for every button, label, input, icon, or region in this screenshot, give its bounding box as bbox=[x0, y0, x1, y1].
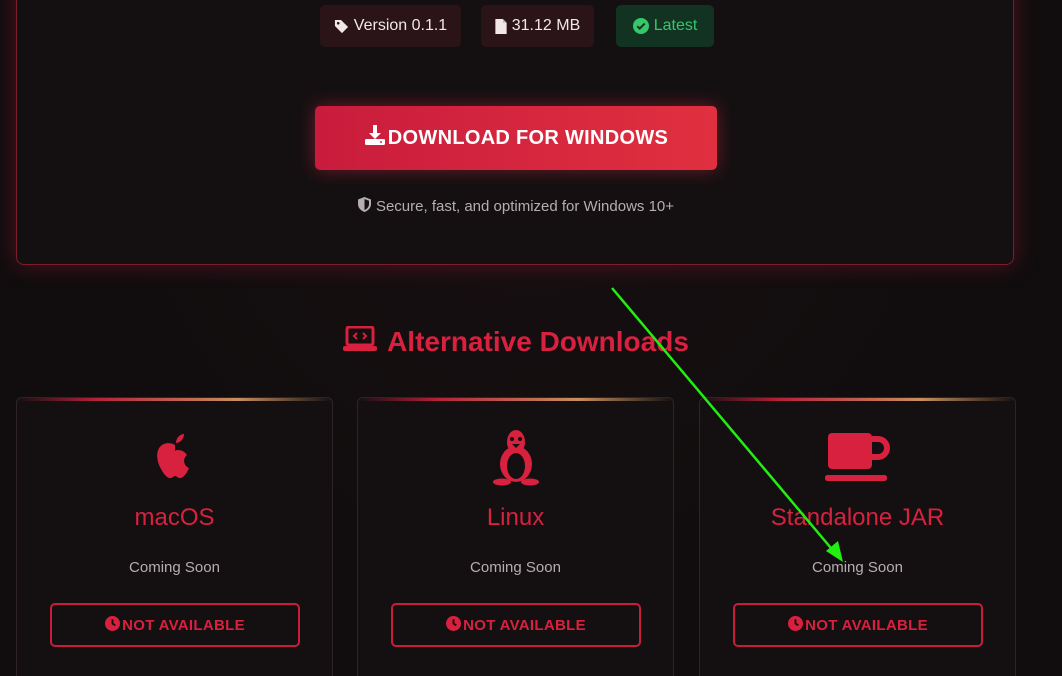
standalone-jar-title: Standalone JAR bbox=[770, 504, 945, 531]
linux-title: Linux bbox=[486, 504, 545, 531]
check-circle-icon bbox=[632, 18, 649, 34]
download-page: Version 0.1.1 31.12 MB Latest DOWNLOAD F… bbox=[0, 0, 1062, 676]
clock-icon bbox=[105, 615, 121, 635]
version-text: Version 0.1.1 bbox=[353, 17, 448, 34]
alternative-downloads-title: Alternative Downloads bbox=[387, 326, 689, 357]
linux-button-label: NOT AVAILABLE bbox=[463, 616, 586, 634]
macos-card: macOS Coming Soon NOT AVAILABLE bbox=[16, 397, 333, 676]
linux-not-available-button[interactable]: NOT AVAILABLE bbox=[391, 603, 641, 647]
clock-icon bbox=[788, 615, 804, 635]
laptop-code-icon bbox=[343, 325, 378, 359]
macos-button-label: NOT AVAILABLE bbox=[122, 616, 245, 634]
secure-note: Secure, fast, and optimized for Windows … bbox=[0, 196, 1032, 216]
file-icon bbox=[495, 18, 507, 34]
standalone-jar-status: Coming Soon bbox=[812, 559, 903, 576]
latest-text: Latest bbox=[653, 17, 698, 34]
standalone-jar-not-available-button[interactable]: NOT AVAILABLE bbox=[733, 603, 983, 647]
standalone-jar-button-label: NOT AVAILABLE bbox=[805, 616, 928, 634]
file-size-badge: 31.12 MB bbox=[481, 5, 594, 47]
download-icon bbox=[364, 124, 386, 152]
secure-text: Secure, fast, and optimized for Windows … bbox=[375, 197, 675, 215]
latest-badge: Latest bbox=[616, 5, 714, 47]
tag-icon bbox=[334, 19, 349, 34]
download-windows-button[interactable]: DOWNLOAD FOR WINDOWS bbox=[315, 106, 717, 170]
linux-status: Coming Soon bbox=[470, 559, 561, 576]
macos-title: macOS bbox=[134, 504, 215, 531]
clock-icon bbox=[446, 615, 462, 635]
apple-icon bbox=[17, 428, 332, 486]
alternative-downloads-heading: Alternative Downloads bbox=[0, 322, 1032, 362]
macos-not-available-button[interactable]: NOT AVAILABLE bbox=[50, 603, 300, 647]
shield-icon bbox=[357, 196, 371, 216]
download-button-label: DOWNLOAD FOR WINDOWS bbox=[387, 126, 669, 149]
linux-card: Linux Coming Soon NOT AVAILABLE bbox=[357, 397, 674, 676]
macos-status: Coming Soon bbox=[129, 559, 220, 576]
linux-tux-icon bbox=[358, 428, 673, 486]
version-badge: Version 0.1.1 bbox=[320, 5, 461, 47]
standalone-jar-card: Standalone JAR Coming Soon NOT AVAILABLE bbox=[699, 397, 1016, 676]
coffee-cup-icon bbox=[700, 428, 1015, 486]
file-size-text: 31.12 MB bbox=[511, 17, 581, 34]
